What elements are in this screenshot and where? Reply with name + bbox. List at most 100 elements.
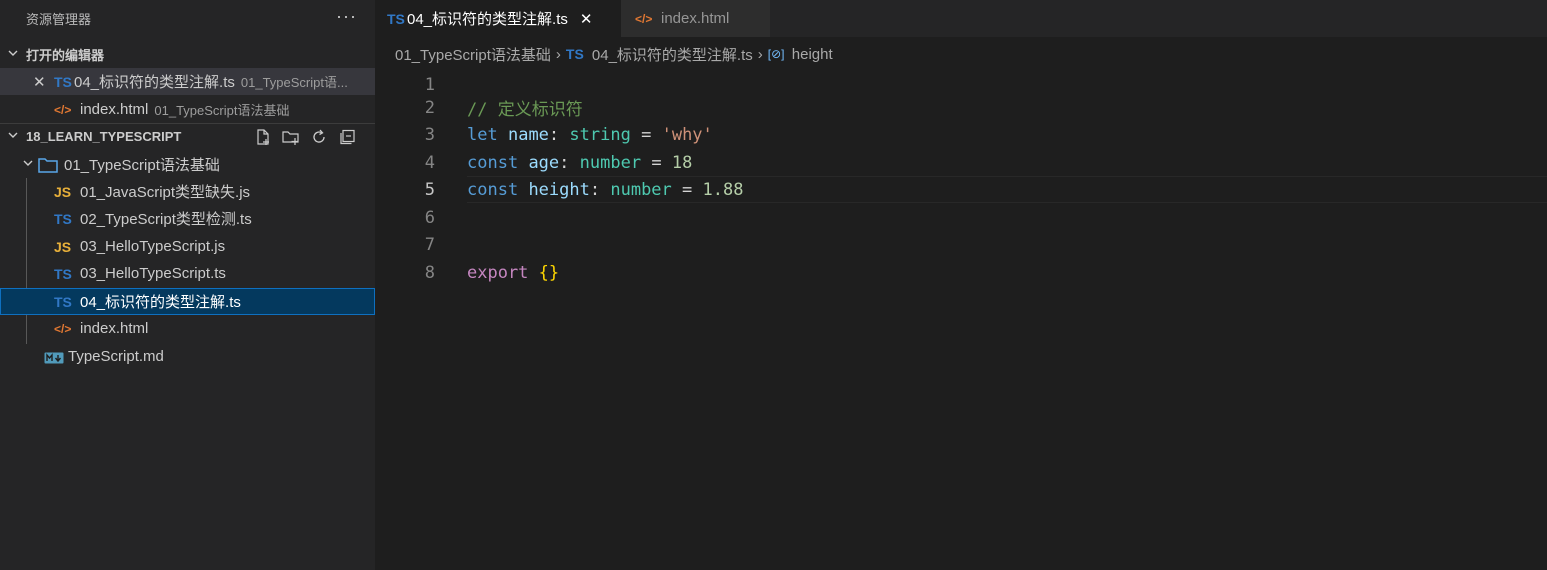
- typescript-file-icon: TS: [565, 46, 584, 62]
- code-line: 8 export {}: [375, 259, 1547, 286]
- code-keyword: const: [467, 179, 519, 200]
- file-item[interactable]: TS 02_TypeScript类型检测.ts: [0, 205, 375, 232]
- breadcrumb-symbol[interactable]: height: [792, 46, 833, 63]
- code-keyword: export: [467, 262, 529, 283]
- code-colon: :: [548, 124, 560, 145]
- typescript-file-icon: TS: [387, 10, 405, 27]
- breadcrumb: 01_TypeScript语法基础 › TS 04_标识符的类型注解.ts › …: [375, 37, 1547, 71]
- typescript-file-icon: TS: [54, 73, 72, 90]
- line-number: 3: [424, 124, 435, 145]
- line-number: 1: [424, 74, 435, 95]
- line-number: 7: [424, 234, 435, 255]
- open-editor-desc: 01_TypeScript语...: [240, 75, 348, 90]
- code-braces: {}: [538, 262, 560, 283]
- markdown-file-icon: [44, 351, 64, 363]
- breadcrumb-file[interactable]: 04_标识符的类型注解.ts: [592, 44, 753, 65]
- editor-tabbar: TS 04_标识符的类型注解.ts ✕ </> index.html: [375, 0, 1547, 37]
- line-number: 5: [424, 179, 435, 200]
- chevron-down-icon: [22, 156, 38, 173]
- code-identifier: height: [528, 179, 590, 200]
- line-number: 8: [424, 262, 435, 283]
- file-item-selected[interactable]: TS 04_标识符的类型注解.ts: [0, 288, 375, 315]
- code-operator: =: [651, 152, 662, 173]
- file-name: 04_标识符的类型注解.ts: [80, 294, 241, 311]
- javascript-file-icon: JS: [54, 238, 72, 255]
- line-number: 6: [424, 207, 435, 228]
- chevron-right-icon: ›: [555, 45, 561, 63]
- folder-item[interactable]: 01_TypeScript语法基础: [0, 151, 375, 178]
- new-file-icon[interactable]: [253, 127, 273, 147]
- file-name: 02_TypeScript类型检测.ts: [80, 211, 252, 228]
- open-editors-label: 打开的编辑器: [26, 47, 105, 63]
- code-number: 18: [671, 152, 693, 173]
- more-actions-icon[interactable]: ···: [336, 6, 357, 27]
- file-name: 03_HelloTypeScript.ts: [80, 265, 226, 282]
- explorer-sidebar: 资源管理器 ··· 打开的编辑器 ✕ TS 04_标识符的类型注解.ts 01_…: [0, 0, 375, 570]
- breadcrumb-folder[interactable]: 01_TypeScript语法基础: [395, 44, 551, 65]
- file-name: TypeScript.md: [68, 348, 164, 365]
- tab-ts-file[interactable]: TS 04_标识符的类型注解.ts ✕: [375, 0, 621, 37]
- file-item-md[interactable]: TypeScript.md: [0, 343, 375, 370]
- code-number: 1.88: [702, 179, 744, 200]
- folder-icon: [38, 157, 58, 173]
- file-name: 03_HelloTypeScript.js: [80, 238, 226, 255]
- open-editor-name: index.html: [80, 101, 149, 118]
- code-type: string: [569, 124, 631, 145]
- code-keyword: let: [467, 124, 498, 145]
- code-operator: =: [641, 124, 652, 145]
- open-editor-name: 04_标识符的类型注解.ts: [74, 74, 235, 91]
- open-editor-item-ts[interactable]: ✕ TS 04_标识符的类型注解.ts 01_TypeScript语...: [0, 68, 375, 95]
- code-line: 2 // 定义标识符: [375, 94, 1547, 121]
- collapse-all-icon[interactable]: [337, 127, 357, 147]
- chevron-down-icon: [7, 47, 19, 62]
- variable-symbol-icon: [⊘]: [767, 47, 785, 61]
- open-editor-item-html[interactable]: </> index.html 01_TypeScript语法基础: [0, 96, 375, 123]
- tab-label: index.html: [661, 10, 730, 27]
- project-label: 18_LEARN_TYPESCRIPT: [26, 129, 182, 144]
- tab-html-file[interactable]: </> index.html: [621, 0, 771, 37]
- code-operator: =: [682, 179, 693, 200]
- code-line: 6: [375, 204, 1547, 231]
- close-icon[interactable]: ✕: [33, 73, 47, 91]
- folder-name: 01_TypeScript语法基础: [64, 157, 220, 174]
- typescript-file-icon: TS: [54, 210, 72, 227]
- code-colon: :: [559, 152, 570, 173]
- chevron-down-icon: [7, 129, 19, 144]
- file-name: index.html: [80, 320, 149, 337]
- code-type: number: [610, 179, 672, 200]
- html-file-icon: </>: [54, 102, 72, 117]
- file-item[interactable]: JS 01_JavaScript类型缺失.js: [0, 178, 375, 205]
- file-item[interactable]: </> index.html: [0, 315, 375, 342]
- code-keyword: const: [467, 152, 519, 173]
- code-identifier: name: [507, 124, 549, 145]
- project-header[interactable]: 18_LEARN_TYPESCRIPT: [0, 123, 375, 149]
- html-file-icon: </>: [54, 321, 72, 336]
- typescript-file-icon: TS: [54, 265, 72, 282]
- refresh-icon[interactable]: [309, 127, 329, 147]
- chevron-right-icon: ›: [757, 45, 763, 63]
- code-line: 7: [375, 231, 1547, 258]
- tab-label: 04_标识符的类型注解.ts: [407, 11, 568, 28]
- line-number: 2: [424, 97, 435, 118]
- code-line-current: 5 const height: number = 1.88: [375, 176, 1547, 203]
- line-number: 4: [424, 152, 435, 173]
- open-editor-desc: 01_TypeScript语法基础: [154, 103, 290, 118]
- new-folder-icon[interactable]: [281, 127, 301, 147]
- code-line: 3 let name: string = 'why': [375, 121, 1547, 148]
- code-line: 4 const age: number = 18: [375, 149, 1547, 176]
- html-file-icon: </>: [635, 11, 653, 26]
- file-item[interactable]: TS 03_HelloTypeScript.ts: [0, 260, 375, 287]
- code-colon: :: [589, 179, 601, 200]
- code-comment: // 定义标识符: [467, 100, 583, 120]
- open-editors-header[interactable]: 打开的编辑器: [0, 41, 375, 67]
- code-string: 'why': [661, 124, 713, 145]
- code-identifier: age: [528, 152, 560, 173]
- javascript-file-icon: JS: [54, 183, 72, 200]
- close-icon[interactable]: ✕: [580, 10, 593, 28]
- code-type: number: [579, 152, 642, 173]
- code-editor[interactable]: 1 2 // 定义标识符 3 let name: string = 'why' …: [375, 71, 1547, 570]
- explorer-title: 资源管理器: [26, 12, 92, 27]
- file-name: 01_JavaScript类型缺失.js: [80, 184, 251, 201]
- file-item[interactable]: JS 03_HelloTypeScript.js: [0, 233, 375, 260]
- typescript-file-icon: TS: [54, 293, 72, 310]
